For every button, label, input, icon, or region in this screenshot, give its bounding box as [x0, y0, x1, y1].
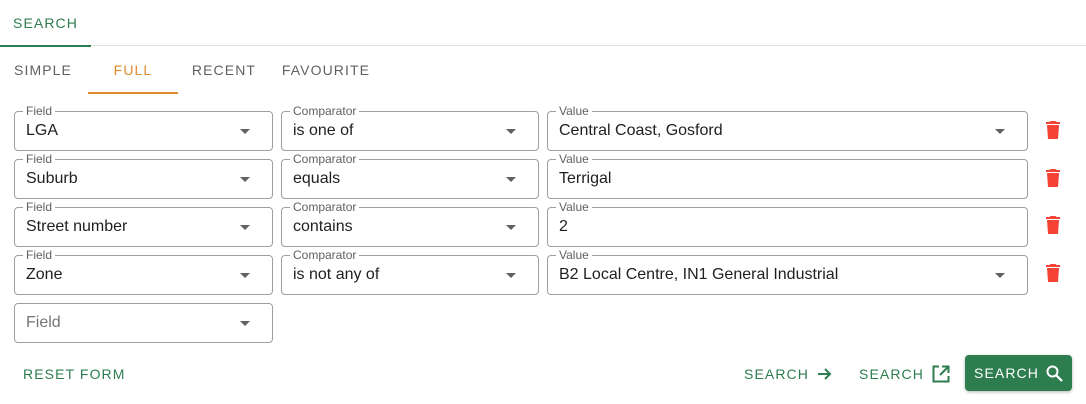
search-icon [1046, 365, 1063, 382]
tab-recent[interactable]: RECENT [180, 46, 268, 94]
dropdown-arrow-icon [506, 225, 516, 230]
comparator-select[interactable]: Comparator contains [281, 200, 539, 247]
delete-icon[interactable] [1046, 264, 1060, 282]
comparator-value: is one of [293, 122, 354, 139]
comparator-select[interactable]: Comparator is not any of [281, 248, 539, 295]
field-value: LGA [26, 122, 59, 139]
delete-icon[interactable] [1046, 121, 1060, 139]
search-new-tab-label: SEARCH [859, 366, 924, 382]
field-value: Suburb [26, 170, 78, 187]
dropdown-arrow-icon [506, 177, 516, 182]
field-select[interactable]: Field Zone [14, 248, 273, 295]
delete-icon[interactable] [1046, 216, 1060, 234]
active-tab-indicator [88, 92, 178, 94]
field-placeholder: Field [26, 314, 61, 331]
value-value: 2 [559, 218, 568, 235]
value-value: Terrigal [559, 170, 612, 187]
comparator-value: contains [293, 218, 353, 235]
value-select[interactable]: Value B2 Local Centre, IN1 General Indus… [547, 248, 1028, 295]
field-select[interactable]: Field Suburb [14, 152, 273, 199]
field-select[interactable]: Field Street number [14, 200, 273, 247]
tab-full-label: FULL [113, 62, 153, 78]
search-button-label: SEARCH [974, 365, 1039, 381]
tab-search-label: SEARCH [13, 15, 78, 31]
sub-tab-bar: SIMPLE FULL RECENT FAVOURITE [0, 46, 1086, 94]
tab-simple-label: SIMPLE [14, 62, 72, 78]
field-value: Zone [26, 266, 63, 283]
new-field-select[interactable]: Field [14, 303, 273, 343]
dropdown-arrow-icon [240, 273, 250, 278]
search-button[interactable]: SEARCH [965, 355, 1072, 391]
arrow-right-icon [817, 368, 832, 380]
dropdown-arrow-icon [506, 129, 516, 134]
comparator-select[interactable]: Comparator is one of [281, 104, 539, 151]
field-value: Street number [26, 218, 128, 235]
dropdown-arrow-icon [240, 321, 250, 326]
value-select[interactable]: Value Central Coast, Gosford [547, 104, 1028, 151]
dropdown-arrow-icon [240, 129, 250, 134]
search-here-label: SEARCH [744, 366, 809, 382]
value-value: B2 Local Centre, IN1 General Industrial [559, 266, 839, 283]
search-new-tab-button[interactable]: SEARCH [859, 356, 950, 392]
dropdown-arrow-icon [506, 273, 516, 278]
reset-form-button[interactable]: RESET FORM [23, 356, 126, 392]
dropdown-arrow-icon [240, 225, 250, 230]
reset-form-label: RESET FORM [23, 366, 126, 382]
tab-recent-label: RECENT [191, 62, 257, 78]
dropdown-arrow-icon [995, 273, 1005, 278]
comparator-value: equals [293, 170, 341, 187]
comparator-value: is not any of [293, 266, 380, 283]
search-here-button[interactable]: SEARCH [744, 356, 833, 392]
dropdown-arrow-icon [240, 177, 250, 182]
tab-full[interactable]: FULL [88, 46, 178, 94]
tab-favourite-label: FAVOURITE [281, 62, 371, 78]
field-select[interactable]: Field LGA [14, 104, 273, 151]
tab-search[interactable]: SEARCH [0, 0, 91, 47]
value-input[interactable]: Value Terrigal [547, 152, 1028, 199]
value-value: Central Coast, Gosford [559, 122, 723, 139]
dropdown-arrow-icon [995, 129, 1005, 134]
open-in-new-icon [932, 365, 950, 383]
tab-favourite[interactable]: FAVOURITE [272, 46, 380, 94]
value-input[interactable]: Value 2 [547, 200, 1028, 247]
tab-simple[interactable]: SIMPLE [0, 46, 86, 94]
comparator-select[interactable]: Comparator equals [281, 152, 539, 199]
top-tab-bar: SEARCH [0, 0, 1086, 47]
delete-icon[interactable] [1046, 169, 1060, 187]
